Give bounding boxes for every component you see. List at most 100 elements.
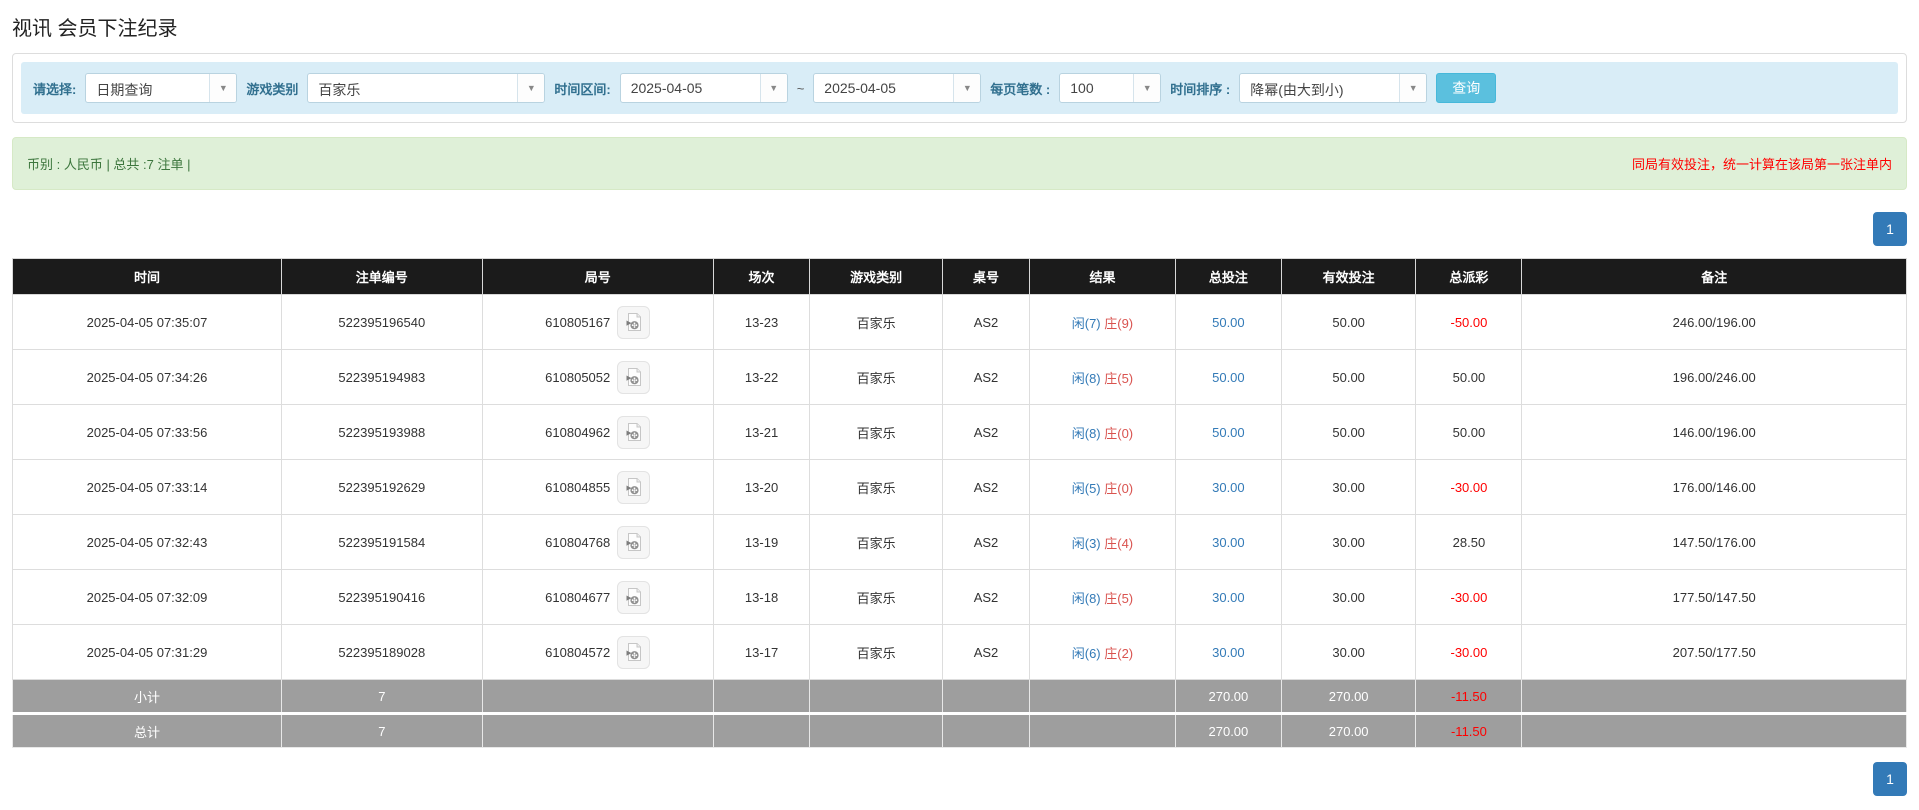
chevron-down-icon[interactable]: ▼ bbox=[517, 74, 545, 102]
header-valid-bet: 有效投注 bbox=[1280, 258, 1417, 295]
total-bet-link[interactable]: 30.00 bbox=[1174, 459, 1282, 515]
page-size-label: 每页笔数 : bbox=[990, 81, 1051, 97]
video-file-icon bbox=[626, 313, 642, 331]
filter-panel: 请选择: 日期查询 ▼ 游戏类别 百家乐 ▼ 时间区间: 2025-04-05 … bbox=[12, 53, 1907, 123]
video-replay-button[interactable] bbox=[617, 305, 651, 339]
result-player: 闲(8) bbox=[1071, 590, 1101, 606]
video-replay-button[interactable] bbox=[617, 360, 651, 394]
total-bet-link[interactable]: 30.00 bbox=[1174, 514, 1282, 570]
round-no-value: 610804768 bbox=[545, 534, 611, 550]
valid-bet-cell: 50.00 bbox=[1280, 349, 1417, 405]
round-no-cell: 610805167 bbox=[481, 294, 714, 350]
remark-cell: 207.50/177.50 bbox=[1521, 624, 1907, 680]
result-banker: 庄(9) bbox=[1104, 315, 1134, 331]
game-category-label: 游戏类别 bbox=[246, 81, 299, 97]
round-no-value: 610805167 bbox=[545, 314, 611, 330]
remark-cell: 176.00/146.00 bbox=[1521, 459, 1907, 515]
round-no-cell: 610805052 bbox=[481, 349, 714, 405]
video-replay-button[interactable] bbox=[617, 525, 651, 559]
session-cell: 13-19 bbox=[712, 514, 811, 570]
time-cell: 2025-04-05 07:32:43 bbox=[12, 514, 282, 570]
time-sort-select[interactable]: 降幂(由大到小) ▼ bbox=[1239, 73, 1428, 103]
time-cell: 2025-04-05 07:32:09 bbox=[12, 569, 282, 625]
header-total-bet: 总投注 bbox=[1174, 258, 1282, 295]
result-player: 闲(7) bbox=[1071, 315, 1101, 331]
result-banker: 庄(5) bbox=[1104, 370, 1134, 386]
total-bet-link[interactable]: 50.00 bbox=[1174, 349, 1282, 405]
page-1-button[interactable]: 1 bbox=[1873, 212, 1907, 246]
table-no-cell: AS2 bbox=[941, 404, 1031, 460]
game-category-value: 百家乐 bbox=[318, 82, 361, 98]
total-bet-link[interactable]: 30.00 bbox=[1174, 569, 1282, 625]
game-cell: 百家乐 bbox=[809, 569, 943, 625]
game-cell: 百家乐 bbox=[809, 514, 943, 570]
date-from-select[interactable]: 2025-04-05 ▼ bbox=[619, 73, 788, 103]
table-no-cell: AS2 bbox=[941, 514, 1031, 570]
round-no-value: 610804962 bbox=[545, 424, 611, 440]
header-remark: 备注 bbox=[1521, 258, 1907, 295]
time-cell: 2025-04-05 07:31:29 bbox=[12, 624, 282, 680]
order-no-cell: 522395189028 bbox=[280, 624, 483, 680]
result-cell: 闲(7) 庄(9) bbox=[1029, 294, 1176, 350]
range-separator: ~ bbox=[796, 80, 805, 96]
video-replay-button[interactable] bbox=[617, 470, 651, 504]
game-cell: 百家乐 bbox=[809, 349, 943, 405]
session-cell: 13-17 bbox=[712, 624, 811, 680]
header-time: 时间 bbox=[12, 258, 282, 295]
chevron-down-icon[interactable]: ▼ bbox=[953, 74, 981, 102]
page-size-value: 100 bbox=[1070, 80, 1094, 96]
table-no-cell: AS2 bbox=[941, 349, 1031, 405]
video-file-icon bbox=[626, 368, 642, 386]
payout-cell: -30.00 bbox=[1415, 624, 1523, 680]
search-button[interactable]: 查询 bbox=[1436, 73, 1497, 103]
game-category-select[interactable]: 百家乐 ▼ bbox=[307, 73, 546, 103]
chevron-down-icon[interactable]: ▼ bbox=[1133, 74, 1161, 102]
round-no-value: 610804572 bbox=[545, 644, 611, 660]
table-no-cell: AS2 bbox=[941, 624, 1031, 680]
result-player: 闲(8) bbox=[1071, 370, 1101, 386]
payout-cell: 50.00 bbox=[1415, 349, 1523, 405]
table-row: 2025-04-05 07:33:14 522395192629 6108048… bbox=[12, 459, 1907, 515]
session-cell: 13-18 bbox=[712, 569, 811, 625]
date-to-select[interactable]: 2025-04-05 ▼ bbox=[813, 73, 982, 103]
summary-currency-count: 币别 : 人民币 | 总共 :7 注单 | bbox=[27, 157, 191, 172]
result-banker: 庄(2) bbox=[1104, 645, 1134, 661]
chevron-down-icon[interactable]: ▼ bbox=[1399, 74, 1427, 102]
page-1-button[interactable]: 1 bbox=[1873, 762, 1907, 796]
table-row: 2025-04-05 07:34:26 522395194983 6108050… bbox=[12, 349, 1907, 405]
query-type-value: 日期查询 bbox=[96, 82, 153, 98]
video-replay-button[interactable] bbox=[617, 635, 651, 669]
chevron-down-icon[interactable]: ▼ bbox=[759, 74, 787, 102]
result-cell: 闲(5) 庄(0) bbox=[1029, 459, 1176, 515]
bet-records-table: 时间 注单编号 局号 场次 游戏类别 桌号 结果 总投注 有效投注 总派彩 备注… bbox=[12, 258, 1907, 748]
session-cell: 13-20 bbox=[712, 459, 811, 515]
total-bet-link[interactable]: 50.00 bbox=[1174, 404, 1282, 460]
header-table-no: 桌号 bbox=[941, 258, 1031, 295]
game-cell: 百家乐 bbox=[809, 404, 943, 460]
video-replay-button[interactable] bbox=[617, 415, 651, 449]
video-replay-button[interactable] bbox=[617, 580, 651, 614]
total-bet-link[interactable]: 30.00 bbox=[1174, 624, 1282, 680]
session-cell: 13-21 bbox=[712, 404, 811, 460]
payout-cell: -30.00 bbox=[1415, 569, 1523, 625]
remark-cell: 246.00/196.00 bbox=[1521, 294, 1907, 350]
pagination-top: 1 bbox=[12, 212, 1907, 246]
time-cell: 2025-04-05 07:33:14 bbox=[12, 459, 282, 515]
page-size-select[interactable]: 100 ▼ bbox=[1059, 73, 1162, 103]
valid-bet-cell: 30.00 bbox=[1280, 569, 1417, 625]
header-order-no: 注单编号 bbox=[280, 258, 483, 295]
session-cell: 13-23 bbox=[712, 294, 811, 350]
game-cell: 百家乐 bbox=[809, 624, 943, 680]
valid-bet-cell: 50.00 bbox=[1280, 294, 1417, 350]
result-banker: 庄(0) bbox=[1104, 480, 1134, 496]
total-row: 总计 7 270.00 270.00 -11.50 bbox=[12, 712, 1907, 748]
date-from-value: 2025-04-05 bbox=[630, 80, 703, 96]
chevron-down-icon[interactable]: ▼ bbox=[209, 74, 237, 102]
payout-cell: 28.50 bbox=[1415, 514, 1523, 570]
total-valid-bet: 270.00 bbox=[1280, 712, 1417, 748]
payout-cell: -30.00 bbox=[1415, 459, 1523, 515]
valid-bet-cell: 30.00 bbox=[1280, 514, 1417, 570]
query-type-select[interactable]: 日期查询 ▼ bbox=[85, 73, 238, 103]
order-no-cell: 522395194983 bbox=[280, 349, 483, 405]
total-bet-link[interactable]: 50.00 bbox=[1174, 294, 1282, 350]
